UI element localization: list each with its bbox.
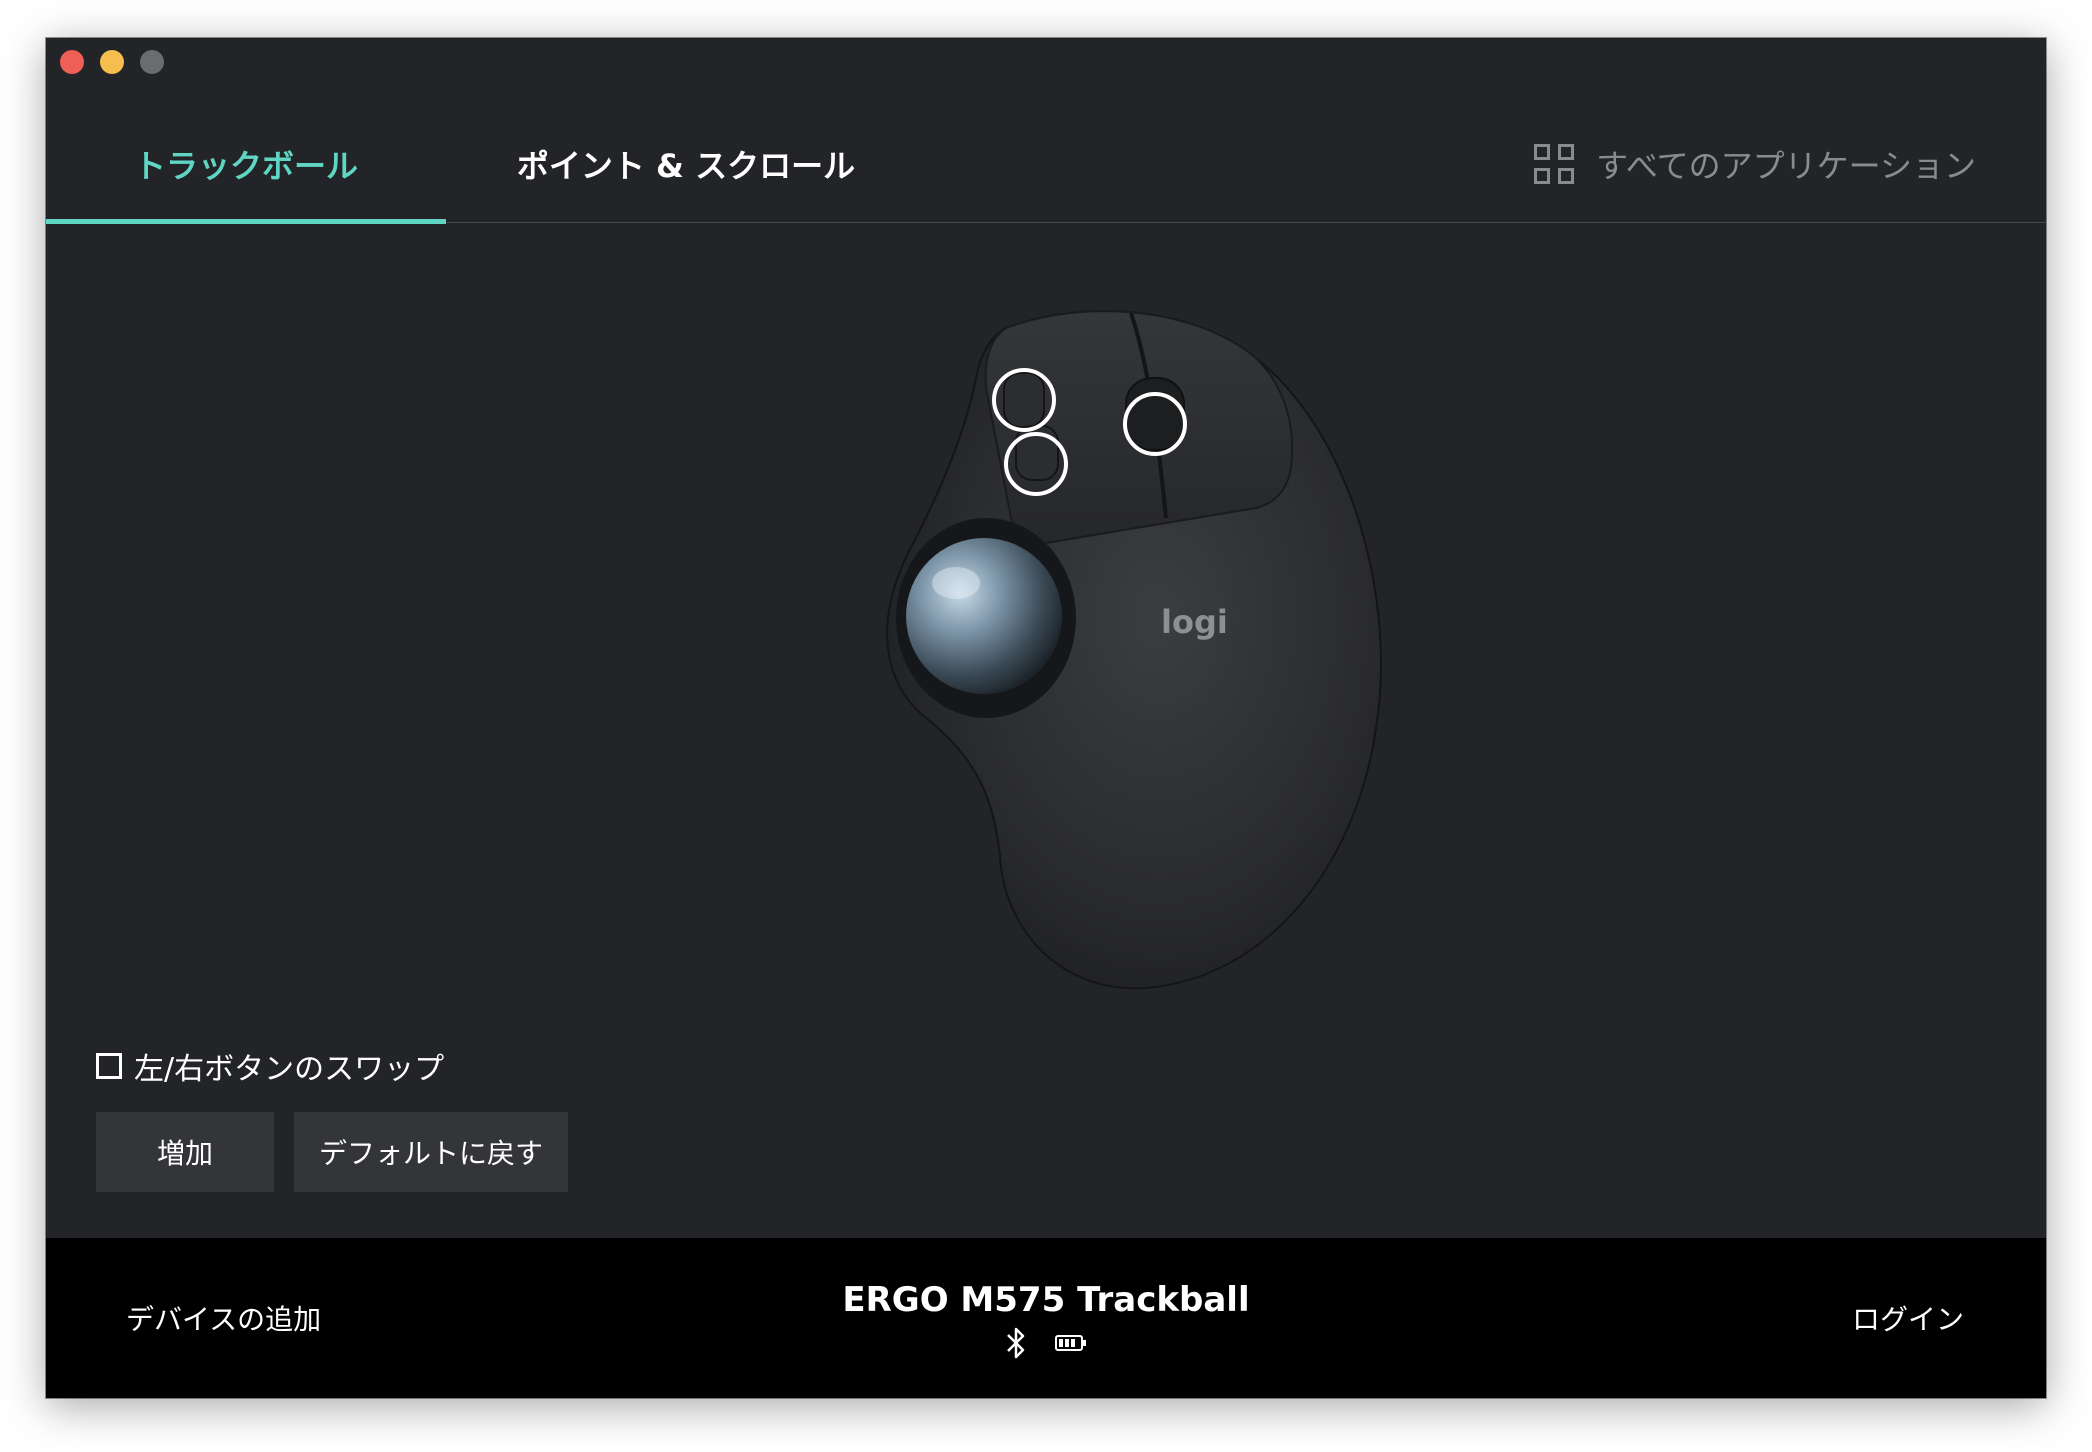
- swap-label: 左/右ボタンのスワップ: [134, 1052, 445, 1087]
- app-window: トラックボール ポイント & スクロール すべてのアプリケーション logi 左…: [46, 38, 2046, 1398]
- grid-icon: [1534, 144, 1575, 184]
- device-illustration: logi: [836, 278, 1396, 1008]
- tab-point-scroll[interactable]: ポイント & スクロール: [486, 106, 886, 222]
- device-name[interactable]: ERGO M575 Trackball: [46, 1280, 2046, 1320]
- device-status: [46, 1326, 2046, 1360]
- close-window-button[interactable]: [60, 50, 84, 74]
- trackball-mouse-image: logi: [886, 310, 1382, 990]
- all-applications-label: すべてのアプリケーション: [1596, 147, 1976, 185]
- login-link[interactable]: ログイン: [1852, 1238, 1964, 1398]
- tab-trackball[interactable]: トラックボール: [46, 106, 446, 224]
- logi-logo: logi: [1161, 603, 1228, 641]
- swap-buttons-option[interactable]: 左/右ボタンのスワップ: [96, 1044, 444, 1088]
- footer-bar: デバイスの追加 ERGO M575 Trackball ログイン: [46, 1238, 2046, 1398]
- zoom-window-button[interactable]: [140, 50, 164, 74]
- all-applications-selector[interactable]: すべてのアプリケーション: [1534, 106, 1976, 222]
- add-button[interactable]: 増加: [96, 1112, 274, 1192]
- minimize-window-button[interactable]: [100, 50, 124, 74]
- battery-icon: [1055, 1335, 1086, 1351]
- tab-bar: トラックボール ポイント & スクロール すべてのアプリケーション: [46, 106, 2046, 224]
- bluetooth-icon: [1007, 1327, 1025, 1359]
- swap-checkbox[interactable]: [96, 1053, 122, 1079]
- window-controls: [60, 50, 164, 74]
- restore-defaults-button[interactable]: デフォルトに戻す: [294, 1112, 568, 1192]
